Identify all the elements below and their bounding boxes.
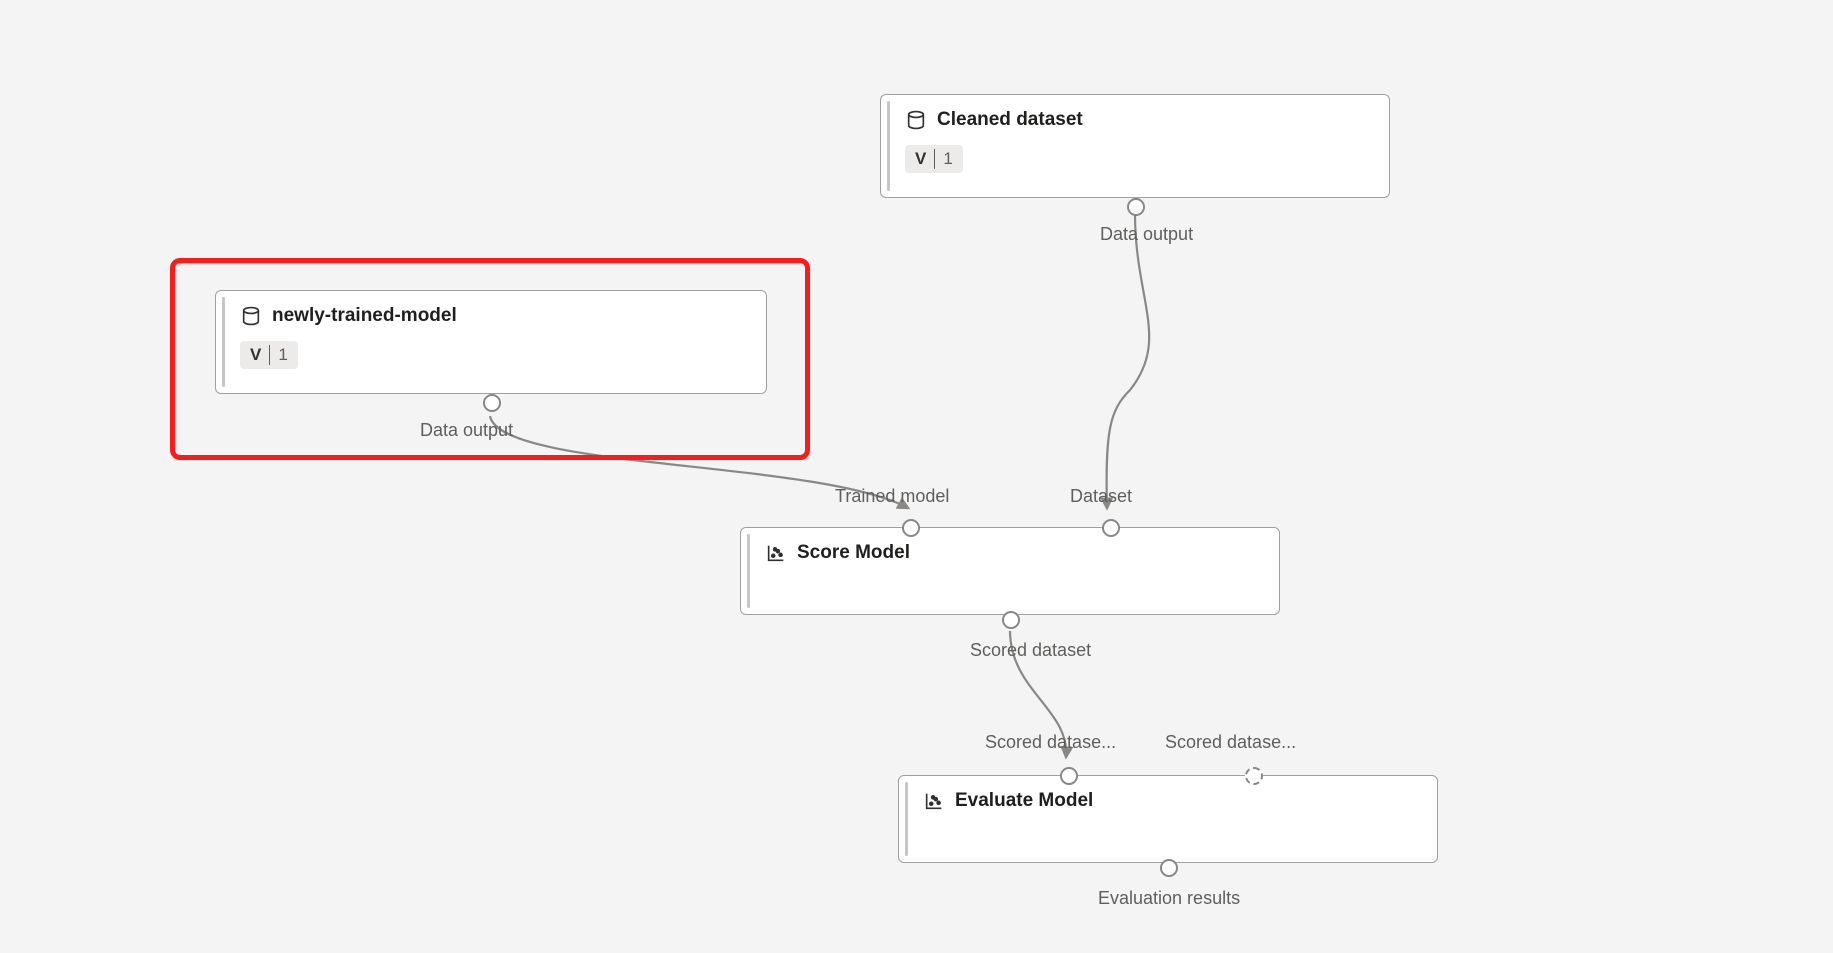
node-title: newly-trained-model: [272, 305, 457, 327]
edge-model-to-score: [490, 416, 908, 508]
input-port-scored-left[interactable]: [1060, 767, 1078, 785]
node-title: Evaluate Model: [955, 790, 1093, 812]
database-icon: [905, 109, 927, 131]
port-label-trained-model: Trained model: [835, 486, 949, 507]
port-label-dataset: Dataset: [1070, 486, 1132, 507]
output-port-evaluation-results[interactable]: [1160, 859, 1178, 877]
input-port-dataset[interactable]: [1102, 519, 1120, 537]
node-evaluate-model[interactable]: Evaluate Model: [898, 775, 1438, 863]
port-label-data-output: Data output: [1100, 224, 1193, 245]
edge-score-to-evaluate: [1010, 631, 1066, 757]
output-port[interactable]: [483, 394, 501, 412]
node-score-model[interactable]: Score Model: [740, 527, 1280, 615]
version-badge: V 1: [240, 341, 298, 369]
edge-cleaned-to-score: [1107, 214, 1150, 508]
version-badge: V 1: [905, 145, 963, 173]
node-title: Score Model: [797, 542, 910, 564]
port-label-scored-dataset-left: Scored datase...: [985, 732, 1116, 753]
input-port-scored-right-optional[interactable]: [1245, 767, 1263, 785]
port-label-evaluation-results: Evaluation results: [1098, 888, 1240, 909]
node-cleaned-dataset[interactable]: Cleaned dataset V 1: [880, 94, 1390, 198]
port-label-scored-dataset: Scored dataset: [970, 640, 1091, 661]
node-title: Cleaned dataset: [937, 109, 1083, 131]
database-icon: [240, 305, 262, 327]
input-port-trained-model[interactable]: [902, 519, 920, 537]
port-label-scored-dataset-right: Scored datase...: [1165, 732, 1296, 753]
output-port-scored-dataset[interactable]: [1002, 611, 1020, 629]
pipeline-canvas[interactable]: Cleaned dataset V 1 Data output newly-tr…: [0, 0, 1833, 953]
scatter-chart-icon: [765, 542, 787, 564]
port-label-data-output: Data output: [420, 420, 513, 441]
node-newly-trained-model[interactable]: newly-trained-model V 1: [215, 290, 767, 394]
scatter-chart-icon: [923, 790, 945, 812]
output-port[interactable]: [1127, 198, 1145, 216]
